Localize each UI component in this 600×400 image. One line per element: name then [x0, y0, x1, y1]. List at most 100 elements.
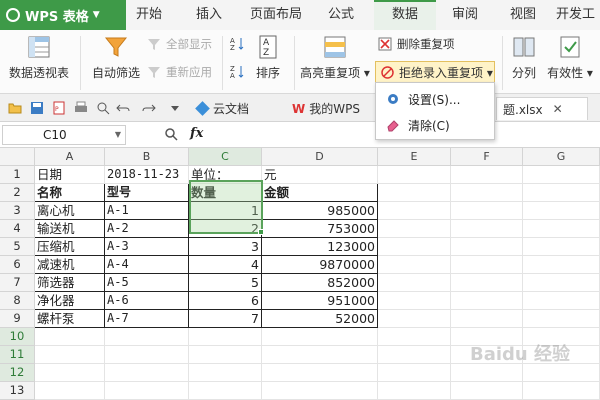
grid-cell[interactable]: [451, 292, 523, 310]
grid-cell[interactable]: [378, 202, 451, 220]
tab-home[interactable]: 开始: [126, 0, 172, 30]
select-all-corner[interactable]: [0, 148, 35, 166]
grid-cell[interactable]: 名称: [35, 184, 105, 202]
grid-cell[interactable]: [523, 166, 600, 184]
row-header[interactable]: 1: [0, 166, 35, 184]
grid-cell[interactable]: [378, 364, 451, 382]
grid-cell[interactable]: A-2: [105, 220, 189, 238]
highlight-duplicates-button[interactable]: 高亮重复项 ▾: [298, 34, 372, 81]
print-icon[interactable]: [74, 101, 88, 115]
remove-duplicates-button[interactable]: 删除重复项: [378, 36, 455, 52]
grid-cell[interactable]: 输送机: [35, 220, 105, 238]
grid-cell[interactable]: [378, 184, 451, 202]
grid-cell[interactable]: 螺杆泵: [35, 310, 105, 328]
grid-cell[interactable]: [189, 346, 262, 364]
grid-cell[interactable]: [523, 292, 600, 310]
grid-cell[interactable]: 净化器: [35, 292, 105, 310]
row-header[interactable]: 11: [0, 346, 35, 364]
grid-cell[interactable]: 筛选器: [35, 274, 105, 292]
row-header[interactable]: 9: [0, 310, 35, 328]
grid-cell[interactable]: 5: [189, 274, 262, 292]
folder-icon[interactable]: [8, 101, 22, 115]
save-icon[interactable]: [30, 101, 44, 115]
grid-cell[interactable]: [262, 364, 378, 382]
show-all-button[interactable]: 全部显示: [147, 36, 212, 52]
grid-cell[interactable]: 4: [189, 256, 262, 274]
grid-cell[interactable]: 985000: [262, 202, 378, 220]
row-header[interactable]: 10: [0, 328, 35, 346]
fill-handle[interactable]: [258, 229, 264, 235]
tab-formula[interactable]: 公式: [318, 0, 364, 30]
column-header[interactable]: C: [189, 148, 262, 166]
tab-developer[interactable]: 开发工: [556, 0, 600, 30]
grid-cell[interactable]: [262, 382, 378, 400]
grid-cell[interactable]: [523, 238, 600, 256]
zoom-icon[interactable]: [164, 127, 178, 144]
grid-cell[interactable]: [378, 292, 451, 310]
grid-cell[interactable]: [378, 274, 451, 292]
doc-tab-file[interactable]: 题.xlsx ✕: [496, 97, 588, 120]
grid-cell[interactable]: A-5: [105, 274, 189, 292]
row-header[interactable]: 3: [0, 202, 35, 220]
grid-cell[interactable]: [451, 184, 523, 202]
column-header[interactable]: F: [451, 148, 523, 166]
fx-icon[interactable]: fx: [190, 126, 203, 141]
redo-icon[interactable]: [142, 101, 156, 115]
grid-cell[interactable]: [451, 166, 523, 184]
grid-cell[interactable]: [378, 310, 451, 328]
grid-cell[interactable]: [378, 346, 451, 364]
auto-filter-button[interactable]: 自动筛选: [88, 34, 144, 81]
grid-cell[interactable]: [451, 202, 523, 220]
grid-cell[interactable]: [451, 274, 523, 292]
grid-cell[interactable]: 52000: [262, 310, 378, 328]
grid-cell[interactable]: 日期: [35, 166, 105, 184]
app-menu-button[interactable]: WPS 表格 ▼: [0, 0, 126, 30]
grid-cell[interactable]: [451, 238, 523, 256]
doc-tab-mywps[interactable]: W 我的WPS: [286, 97, 366, 120]
grid-cell[interactable]: A-3: [105, 238, 189, 256]
grid-cell[interactable]: [378, 166, 451, 184]
grid-cell[interactable]: [378, 256, 451, 274]
grid-cell[interactable]: [35, 346, 105, 364]
grid-cell[interactable]: [523, 202, 600, 220]
grid-cell[interactable]: [523, 220, 600, 238]
grid-cell[interactable]: [378, 238, 451, 256]
grid-cell[interactable]: [451, 310, 523, 328]
grid-cell[interactable]: 753000: [262, 220, 378, 238]
doc-tab-cloud[interactable]: 云文档: [190, 97, 255, 120]
row-header[interactable]: 12: [0, 364, 35, 382]
chevron-down-icon[interactable]: ▼: [115, 126, 121, 144]
tab-review[interactable]: 审阅: [442, 0, 488, 30]
grid-cell[interactable]: [105, 328, 189, 346]
grid-cell[interactable]: 减速机: [35, 256, 105, 274]
grid-cell[interactable]: [523, 310, 600, 328]
grid-cell[interactable]: 2018-11-23: [105, 166, 189, 184]
grid-cell[interactable]: [523, 274, 600, 292]
grid-cell[interactable]: [35, 328, 105, 346]
column-header[interactable]: A: [35, 148, 105, 166]
grid-cell[interactable]: A-4: [105, 256, 189, 274]
export-pdf-icon[interactable]: P: [52, 101, 66, 115]
grid-cell[interactable]: 金额: [262, 184, 378, 202]
pivot-table-button[interactable]: 数据透视表: [6, 34, 72, 81]
row-header[interactable]: 7: [0, 274, 35, 292]
grid-cell[interactable]: 压缩机: [35, 238, 105, 256]
grid-cell[interactable]: [378, 220, 451, 238]
more-dropdown-icon[interactable]: [168, 101, 182, 115]
grid-cell[interactable]: [189, 364, 262, 382]
grid-cell[interactable]: 离心机: [35, 202, 105, 220]
grid-cell[interactable]: [105, 364, 189, 382]
grid-cell[interactable]: [523, 184, 600, 202]
grid-cell[interactable]: [189, 382, 262, 400]
grid-cell[interactable]: 型号: [105, 184, 189, 202]
menu-item-clear[interactable]: 清除(C): [376, 113, 494, 137]
sort-descending-button[interactable]: ZA: [230, 64, 249, 80]
row-header[interactable]: 4: [0, 220, 35, 238]
row-header[interactable]: 6: [0, 256, 35, 274]
column-header[interactable]: G: [523, 148, 600, 166]
name-box[interactable]: C10 ▼: [2, 125, 126, 145]
grid-cell[interactable]: 951000: [262, 292, 378, 310]
close-icon[interactable]: ✕: [553, 102, 563, 116]
grid-cell[interactable]: 6: [189, 292, 262, 310]
grid-cell[interactable]: 9870000: [262, 256, 378, 274]
